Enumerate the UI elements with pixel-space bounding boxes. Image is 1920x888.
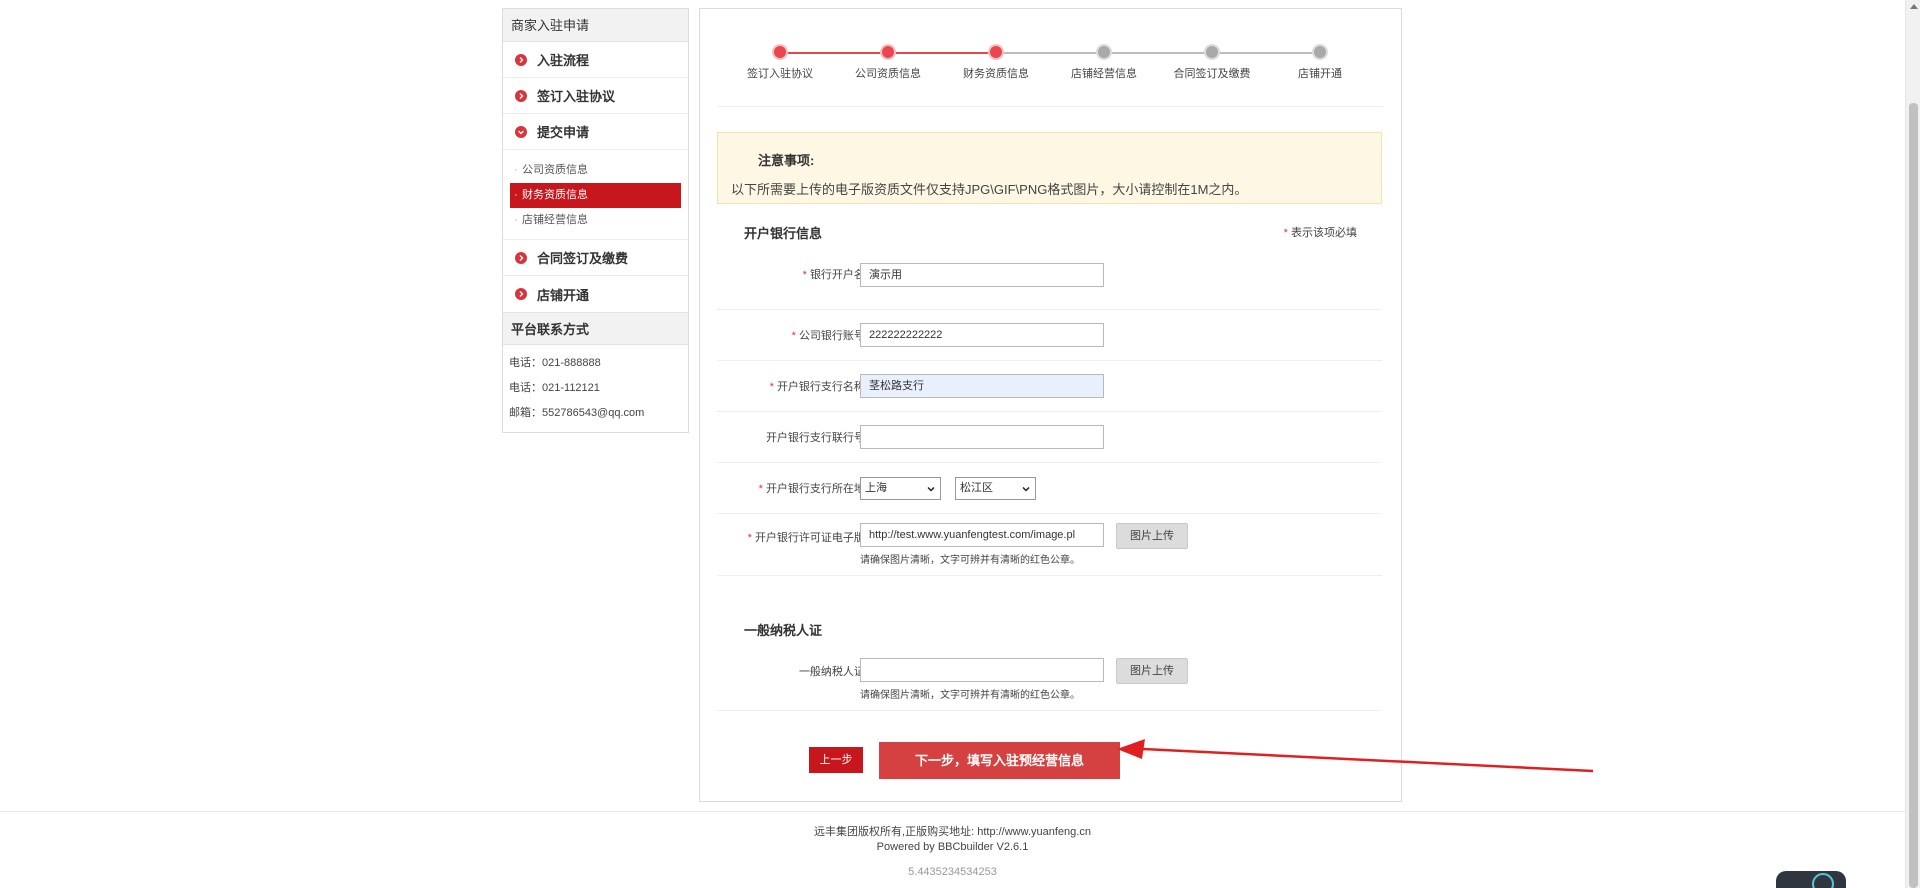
field-label: * 开户银行许可证电子版: [747,532,868,544]
step-1: 签订入驻协议 [735,46,825,81]
chevron-right-icon [515,288,527,300]
prev-step-button[interactable]: 上一步 [809,747,863,773]
step-6: 店铺开通 [1275,46,1365,81]
scrollbar-thumb[interactable] [1909,103,1918,888]
sidebar-item-label: 提交申请 [537,125,590,140]
contact-email: 邮箱：552786543@qq.com [509,407,645,419]
sidebar-item-agreement[interactable]: 签订入驻协议 [503,78,688,114]
notice-content: 以下所需要上传的电子版资质文件仅支持JPG\GIF\PNG格式图片，大小请控制在… [731,182,1248,197]
sidebar-subitem-company[interactable]: 公司资质信息 [510,158,681,183]
chevron-right-icon [515,89,527,102]
field-row-account-number: * 公司银行账号: 222222222222 [717,310,1382,361]
progress-steps: 签订入驻协议 公司资质信息 财务资质信息 店铺经营信息 合同签订及缴费 店铺开通 [700,9,1401,109]
field-label: 一般纳税人证: [798,666,868,678]
chevron-right-icon [515,251,527,264]
chevron-down-icon [927,486,935,492]
sidebar: 商家入驻申请 入驻流程 签订入驻协议 提交申请 公司资质信息 财务资质信息 店铺… [502,8,689,433]
contact-phone-1: 电话：021-888888 [509,357,601,369]
license-url-input[interactable]: http://test.www.yuanfengtest.com/image.p… [860,523,1104,547]
field-label: * 银行开户名: [802,269,868,281]
field-label: * 开户银行支行名称: [769,381,868,393]
chevron-down-icon [1022,486,1030,492]
contact-title: 平台联系方式 [503,312,688,345]
sidebar-item-label: 签订入驻协议 [537,89,616,104]
notice-title: 注意事项: [758,153,815,168]
sidebar-subitem-store[interactable]: 店铺经营信息 [510,208,681,233]
sidebar-item-open-store[interactable]: 店铺开通 [503,276,688,312]
divider [718,106,1383,107]
notice-box: 注意事项: 以下所需要上传的电子版资质文件仅支持JPG\GIF\PNG格式图片，… [717,132,1382,204]
sidebar-item-label: 店铺开通 [537,287,590,303]
field-label: * 开户银行支行所在地: [758,483,868,495]
floating-widget[interactable] [1776,871,1846,888]
sidebar-item-label: 入驻流程 [537,53,590,68]
next-step-button[interactable]: 下一步，填写入驻预经营信息 [879,742,1120,779]
license-hint: 请确保图片清晰，文字可辨并有清晰的红色公章。 [860,555,1080,566]
step-label: 签订入驻协议 [747,68,813,80]
step-3: 财务资质信息 [951,46,1041,81]
account-name-input[interactable]: 演示用 [860,263,1104,287]
field-row-account-name: * 银行开户名: 演示用 [717,259,1382,310]
sidebar-subitem-finance[interactable]: 财务资质信息 [510,183,681,208]
field-row-branch-location: * 开户银行支行所在地: 上海 松江区 [717,463,1382,514]
license-upload-button[interactable]: 图片上传 [1116,523,1188,549]
step-label: 公司资质信息 [855,68,921,80]
step-4: 店铺经营信息 [1059,46,1149,81]
chevron-right-icon [515,53,527,66]
step-label: 店铺开通 [1298,68,1342,80]
footer-copyright: 远丰集团版权所有,正版购买地址: http://www.yuanfeng.cn [814,826,1091,838]
bank-section-title: 开户银行信息 [744,226,823,241]
annotation-arrow-icon [1117,739,1594,773]
district-select[interactable]: 松江区 [955,477,1036,500]
step-dot [882,46,894,58]
footer-powered: Powered by BBCbuilder V2.6.1 [876,841,1029,853]
footer-divider [0,811,1905,812]
step-dot [1314,46,1326,58]
sidebar-submenu: 公司资质信息 财务资质信息 店铺经营信息 [503,150,688,240]
field-row-tax: 一般纳税人证: 图片上传 请确保图片清晰，文字可辨并有清晰的红色公章。 [717,645,1382,711]
step-label: 财务资质信息 [963,68,1029,80]
step-2: 公司资质信息 [843,46,933,81]
field-row-branch-name: * 开户银行支行名称: 茎松路支行 [717,361,1382,412]
field-label: * 公司银行账号: [791,330,868,342]
account-number-input[interactable]: 222222222222 [860,323,1104,347]
required-note: * 表示该项必填 [1283,227,1357,239]
loading-ring-icon [1812,873,1834,888]
branch-name-input[interactable]: 茎松路支行 [860,374,1104,398]
step-dot [990,46,1002,58]
contact-phone-2: 电话：021-112121 [509,382,600,394]
step-dot [774,46,786,58]
tax-hint: 请确保图片清晰，文字可辨并有清晰的红色公章。 [860,690,1080,701]
step-dot [1206,46,1218,58]
footer-version: 5.4435234534253 [908,866,997,878]
chevron-down-icon [515,125,527,138]
sidebar-item-submit[interactable]: 提交申请 [503,114,688,150]
step-label: 店铺经营信息 [1071,68,1137,80]
contact-list: 电话：021-888888 电话：021-112121 邮箱：552786543… [503,345,688,432]
field-row-license: * 开户银行许可证电子版: http://test.www.yuanfengte… [717,514,1382,576]
field-label: 开户银行支行联行号: [765,432,868,444]
main-panel: 签订入驻协议 公司资质信息 财务资质信息 店铺经营信息 合同签订及缴费 店铺开通… [699,8,1402,802]
tax-certificate-input[interactable] [860,658,1104,682]
step-dot [1098,46,1110,58]
province-select[interactable]: 上海 [860,477,941,500]
progress-line-pending [996,52,1321,54]
vertical-scrollbar[interactable] [1905,0,1920,888]
scroll-up-icon[interactable] [1910,4,1918,9]
step-label: 合同签订及缴费 [1173,68,1251,80]
tax-section-title: 一般纳税人证 [744,623,823,638]
sidebar-title: 商家入驻申请 [503,9,688,42]
branch-code-input[interactable] [860,425,1104,449]
tax-upload-button[interactable]: 图片上传 [1116,658,1188,684]
field-row-branch-code: 开户银行支行联行号: [717,412,1382,463]
sidebar-item-contract[interactable]: 合同签订及缴费 [503,240,688,276]
sidebar-item-process[interactable]: 入驻流程 [503,42,688,78]
step-5: 合同签订及缴费 [1167,46,1257,81]
sidebar-item-label: 合同签订及缴费 [537,251,629,266]
